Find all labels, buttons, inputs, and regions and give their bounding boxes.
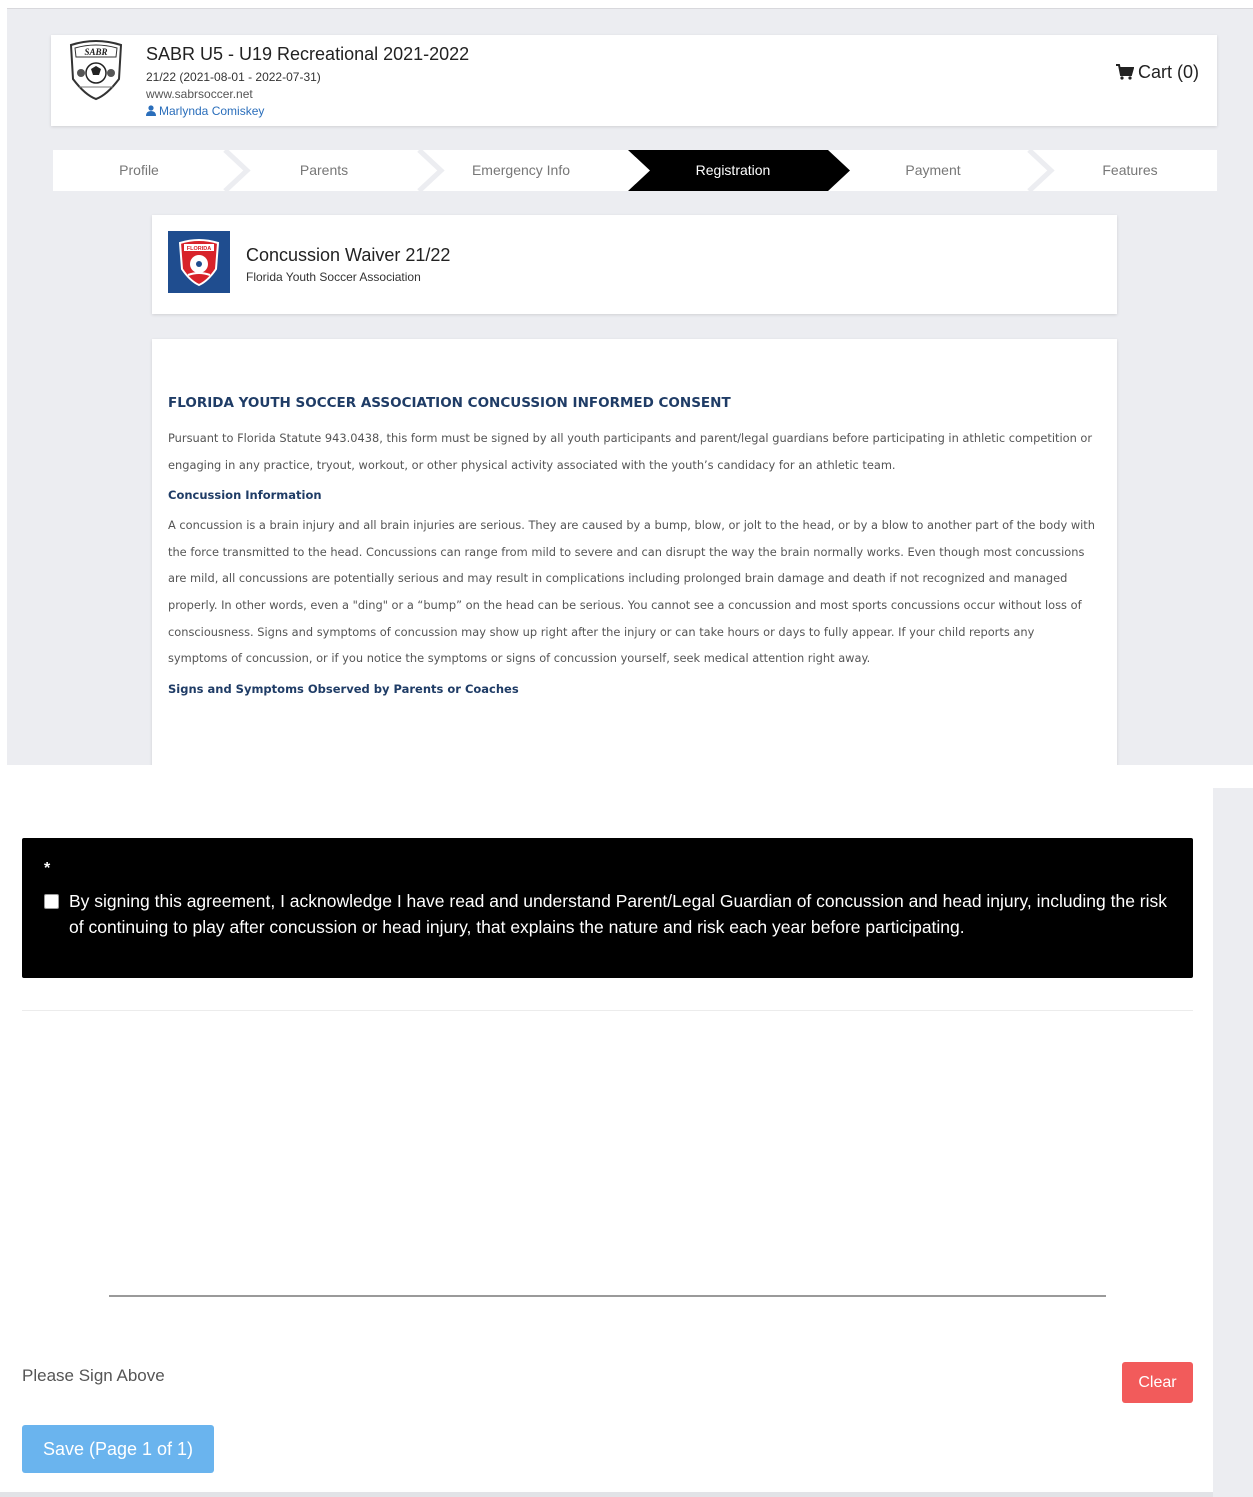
club-title: SABR U5 - U19 Recreational 2021-2022 [146,44,470,64]
agreement-text[interactable]: By signing this agreement, I acknowledge… [69,888,1169,940]
user-name: Marlynda Comiskey [159,104,265,118]
divider [22,1010,1193,1011]
registration-page: SABR SABR U5 - U19 Recreational 2021-202… [7,8,1253,765]
club-logo-icon: SABR [69,40,123,101]
svg-text:FLORIDA: FLORIDA [187,246,211,252]
document-intro: Pursuant to Florida Statute 943.0438, th… [168,431,1093,472]
cart-button[interactable]: Cart (0) [1115,62,1199,83]
signature-section: * By signing this agreement, I acknowled… [0,788,1213,1497]
waiver-title: Concussion Waiver 21/22 [246,245,451,265]
signature-pad-line[interactable] [109,1295,1106,1297]
fysa-logo-icon: FLORIDA [168,231,230,293]
account-user-link[interactable]: Marlynda Comiskey [146,104,264,118]
season-dates: 21/22 (2021-08-01 - 2022-07-31) [146,70,321,84]
agreement-checkbox[interactable] [44,894,59,909]
registration-steps: Profile Parents Emergency Info Registrat… [53,150,1217,191]
waiver-header-card: FLORIDA Concussion Waiver 21/22 Florida … [152,215,1117,314]
clear-signature-button[interactable]: Clear [1122,1362,1193,1403]
shopping-cart-icon [1115,64,1135,80]
step-profile[interactable]: Profile [53,150,225,191]
sign-prompt: Please Sign Above [22,1366,165,1385]
document-heading: FLORIDA YOUTH SOCCER ASSOCIATION CONCUSS… [168,395,731,411]
club-website[interactable]: www.sabrsoccer.net [146,87,253,101]
waiver-organization: Florida Youth Soccer Association [246,270,421,284]
save-button[interactable]: Save (Page 1 of 1) [22,1425,214,1473]
waiver-document: FLORIDA YOUTH SOCCER ASSOCIATION CONCUSS… [152,339,1117,765]
right-gutter [1213,788,1253,1497]
svg-text:SABR: SABR [84,47,107,57]
section-title-concussion-info: Concussion Information [168,488,322,503]
section-title-signs-symptoms: Signs and Symptoms Observed by Parents o… [168,681,519,696]
step-registration[interactable]: Registration [643,150,823,191]
step-features[interactable]: Features [1043,150,1217,191]
section-text-concussion-info: A concussion is a brain injury and all b… [168,518,1095,666]
step-payment[interactable]: Payment [843,150,1023,191]
bottom-edge [0,1492,1213,1497]
cart-label: Cart (0) [1137,62,1199,82]
club-header: SABR SABR U5 - U19 Recreational 2021-202… [51,35,1217,126]
step-parents[interactable]: Parents [228,150,420,191]
step-emergency-info[interactable]: Emergency Info [421,150,621,191]
agreement-box: * By signing this agreement, I acknowled… [22,838,1193,978]
required-marker: * [44,860,51,877]
user-icon [146,105,156,116]
